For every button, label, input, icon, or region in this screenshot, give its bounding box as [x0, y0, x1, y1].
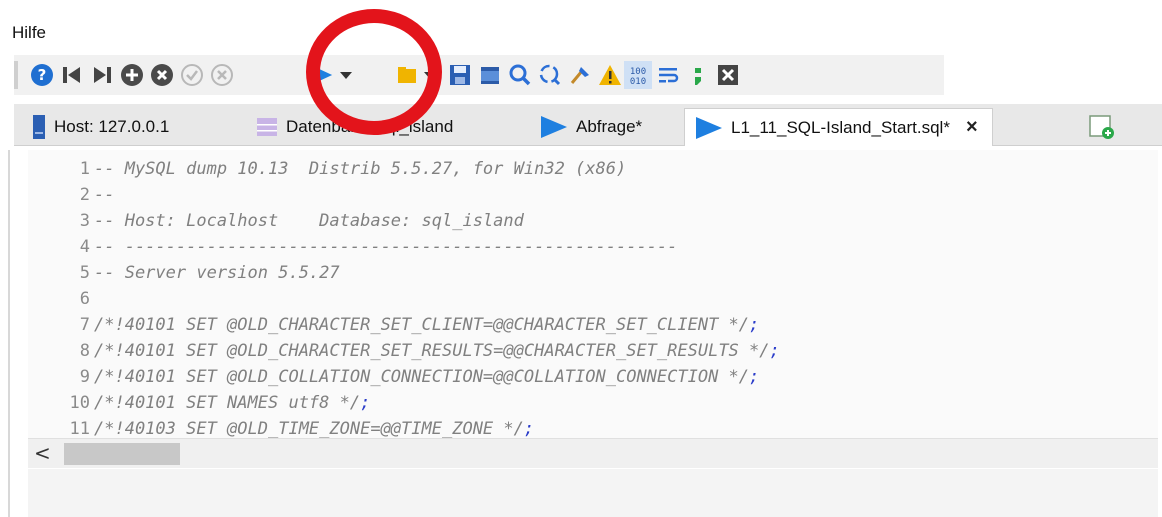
line-number: 9 [79, 367, 90, 387]
scrollbar-thumb[interactable] [64, 443, 180, 465]
tab-label: Host: 127.0.0.1 [54, 117, 170, 136]
new-query-tab-icon[interactable] [1088, 113, 1116, 141]
delete-icon[interactable] [148, 61, 176, 89]
line-text: -- -------------------------------------… [94, 237, 678, 257]
close-box-icon[interactable] [714, 61, 742, 89]
wrap-icon[interactable] [654, 61, 682, 89]
save-icon[interactable] [446, 61, 474, 89]
first-icon[interactable] [58, 61, 86, 89]
tab-query[interactable]: Abfrage* [540, 108, 642, 146]
semicolon-icon[interactable] [684, 61, 712, 89]
menu-bar: Hilfe [0, 0, 1162, 52]
line-text: /*!40101 SET @OLD_CHARACTER_SET_CLIENT=@… [94, 315, 760, 335]
line-number: 2 [79, 185, 90, 205]
query-icon [540, 115, 568, 139]
tab-label: L1_11_SQL-Island_Start.sql* [731, 117, 950, 137]
help-icon[interactable]: ? [28, 61, 56, 89]
database-icon [256, 116, 278, 138]
server-icon [32, 114, 46, 140]
add-icon[interactable] [118, 61, 146, 89]
line-text: -- [94, 185, 115, 205]
toolbar-separator [14, 61, 18, 89]
layout-icon[interactable] [476, 61, 504, 89]
results-panel [28, 469, 1158, 517]
line-text: -- MySQL dump 10.13 Distrib 5.5.27, for … [94, 159, 627, 179]
format-icon[interactable] [566, 61, 594, 89]
scroll-left-icon[interactable]: < [34, 441, 51, 465]
line-number: 8 [79, 341, 90, 361]
tab-host[interactable]: Host: 127.0.0.1 [32, 108, 169, 146]
warning-icon[interactable] [596, 61, 624, 89]
svg-text:100: 100 [630, 67, 646, 77]
line-number: 7 [79, 315, 90, 335]
cancel-icon[interactable] [208, 61, 236, 89]
tab-bar: Host: 127.0.0.1 Datenbank: sql_island Ab… [14, 104, 1162, 146]
tab-sql-file[interactable]: L1_11_SQL-Island_Start.sql* × [684, 108, 993, 146]
close-icon[interactable]: × [966, 116, 978, 139]
horizontal-scrollbar[interactable]: < [28, 438, 1158, 468]
query-icon [695, 116, 723, 140]
svg-text:?: ? [38, 66, 47, 84]
line-number: 6 [79, 289, 90, 309]
line-text: -- Host: Localhost Database: sql_island [94, 211, 524, 231]
line-text: /*!40101 SET @OLD_COLLATION_CONNECTION=@… [94, 367, 760, 387]
dropdown-arrow-icon[interactable] [420, 61, 440, 89]
binary-icon[interactable]: 100 010 [624, 61, 652, 89]
line-number: 3 [79, 211, 90, 231]
line-number: 1 [79, 159, 90, 179]
line-number: 4 [79, 237, 90, 257]
tab-database[interactable]: Datenbank: sql_island [256, 108, 453, 146]
folder-icon[interactable] [394, 61, 422, 89]
line-text: /*!40101 SET NAMES utf8 */; [94, 393, 371, 413]
tab-label: Datenbank: sql_island [286, 117, 454, 136]
last-icon[interactable] [88, 61, 116, 89]
left-divider [8, 150, 10, 517]
replace-icon[interactable] [536, 61, 564, 89]
line-text: /*!40101 SET @OLD_CHARACTER_SET_RESULTS=… [94, 341, 780, 361]
dropdown-arrow-icon[interactable] [336, 61, 356, 89]
toolbar: ? 100 010 [14, 55, 944, 95]
line-text: -- Server version 5.5.27 [94, 263, 340, 283]
sql-editor[interactable]: 1 -- MySQL dump 10.13 Distrib 5.5.27, for… [28, 150, 1158, 439]
execute-play-icon[interactable] [306, 61, 334, 89]
tab-label: Abfrage* [576, 117, 643, 136]
line-number: 10 [69, 393, 90, 413]
menu-item-hilfe[interactable]: Hilfe [12, 23, 46, 43]
line-number: 5 [79, 263, 90, 283]
svg-text:010: 010 [630, 77, 646, 87]
check-icon[interactable] [178, 61, 206, 89]
find-icon[interactable] [506, 61, 534, 89]
